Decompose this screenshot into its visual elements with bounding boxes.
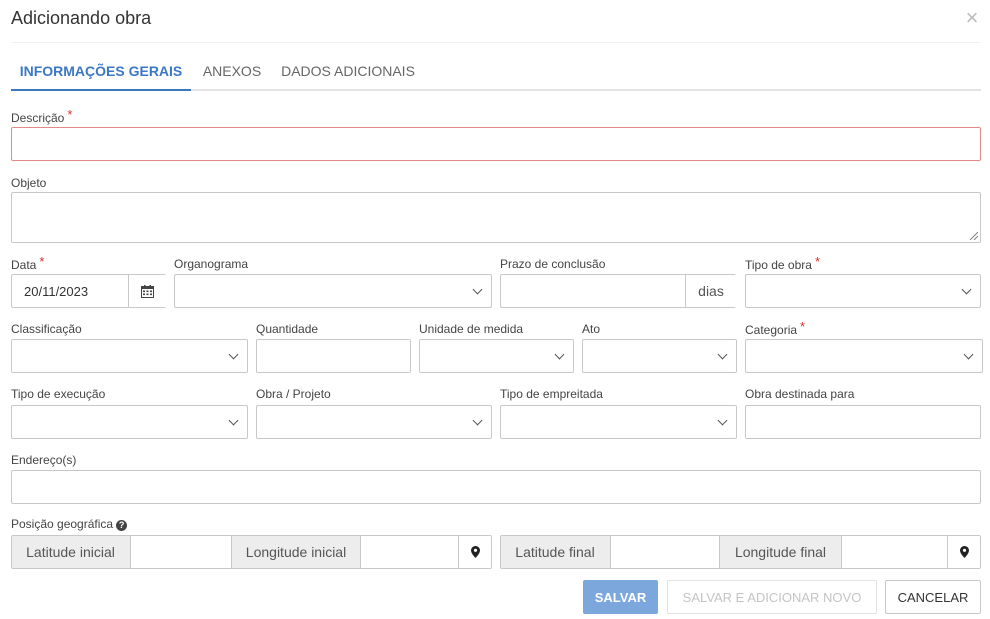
cancel-button[interactable]: CANCELAR [885, 580, 981, 614]
obra-projeto-label: Obra / Projeto [256, 387, 331, 401]
descricao-input[interactable] [11, 127, 981, 161]
posicao-final-group: Latitude final Longitude final [500, 535, 981, 569]
data-label: Data * [11, 254, 45, 272]
map-marker-icon[interactable] [458, 536, 491, 568]
posicao-label: Posição geográfica? [11, 517, 128, 531]
categoria-label: Categoria * [745, 319, 806, 337]
tab-bar: INFORMAÇÕES GERAIS ANEXOS DADOS ADICIONA… [11, 53, 981, 91]
longitude-inicial-input[interactable] [361, 536, 458, 568]
tipo-obra-select[interactable] [745, 274, 981, 308]
question-circle-icon[interactable]: ? [116, 520, 128, 531]
tab-dados-adicionais[interactable]: DADOS ADICIONAIS [273, 53, 423, 91]
tipo-obra-label-text: Tipo de obra [745, 258, 812, 272]
latitude-inicial-addon: Latitude inicial [12, 536, 131, 568]
latitude-final-input[interactable] [611, 536, 719, 568]
data-value: 20/11/2023 [24, 283, 89, 299]
quantidade-input[interactable] [256, 339, 411, 373]
enderecos-label: Endereço(s) [11, 453, 77, 467]
required-marker: * [39, 254, 45, 269]
longitude-final-input[interactable] [842, 536, 947, 568]
latitude-inicial-input[interactable] [131, 536, 231, 568]
close-icon[interactable]: × [962, 7, 982, 29]
ato-select[interactable] [582, 339, 737, 373]
objeto-textarea[interactable] [11, 192, 981, 243]
data-label-text: Data [11, 258, 37, 272]
organograma-label: Organograma [174, 257, 249, 271]
required-marker: * [814, 254, 820, 269]
chevron-down-icon [228, 415, 239, 426]
chevron-down-icon [554, 349, 565, 360]
tipo-execucao-select[interactable] [11, 405, 248, 439]
longitude-final-addon: Longitude final [719, 536, 842, 568]
chevron-down-icon [717, 415, 728, 426]
tipo-execucao-label: Tipo de execução [11, 387, 106, 401]
tipo-obra-label: Tipo de obra * [745, 254, 820, 272]
tipo-empreitada-select[interactable] [500, 405, 737, 439]
organograma-select[interactable] [174, 274, 492, 308]
save-and-add-new-button[interactable]: SALVAR E ADICIONAR NOVO [667, 580, 877, 614]
categoria-label-text: Categoria [745, 323, 798, 337]
resize-handle[interactable] [970, 232, 978, 240]
prazo-label: Prazo de conclusão [500, 257, 606, 271]
descricao-label-text: Descrição [11, 111, 65, 125]
modal-title: Adicionando obra [11, 8, 152, 28]
calendar-icon[interactable] [128, 275, 166, 307]
chevron-down-icon [472, 284, 483, 295]
unidade-select[interactable] [419, 339, 574, 373]
quantidade-label: Quantidade [256, 322, 319, 336]
tipo-empreitada-label: Tipo de empreitada [500, 387, 603, 401]
enderecos-input[interactable] [11, 470, 981, 504]
chevron-down-icon [963, 349, 974, 360]
tab-informacoes-gerais[interactable]: INFORMAÇÕES GERAIS [11, 53, 191, 91]
data-input[interactable]: 20/11/2023 [11, 274, 166, 308]
header-divider [11, 42, 981, 43]
latitude-final-addon: Latitude final [501, 536, 611, 568]
objeto-label: Objeto [11, 176, 47, 190]
classificacao-label: Classificação [11, 322, 82, 336]
save-button[interactable]: SALVAR [583, 580, 658, 614]
posicao-label-text: Posição geográfica [11, 517, 114, 531]
categoria-select[interactable] [745, 339, 983, 373]
required-marker: * [800, 319, 806, 334]
chevron-down-icon [961, 284, 972, 295]
chevron-down-icon [228, 349, 239, 360]
chevron-down-icon [717, 349, 728, 360]
unidade-label: Unidade de medida [419, 322, 524, 336]
prazo-input[interactable]: dias [500, 274, 736, 308]
ato-label: Ato [582, 322, 601, 336]
posicao-inicial-group: Latitude inicial Longitude inicial [11, 535, 492, 569]
obra-destinada-label: Obra destinada para [745, 387, 855, 401]
chevron-down-icon [472, 415, 483, 426]
classificacao-select[interactable] [11, 339, 248, 373]
longitude-inicial-addon: Longitude inicial [231, 536, 361, 568]
required-marker: * [67, 107, 73, 122]
dias-addon: dias [685, 275, 736, 307]
obra-projeto-select[interactable] [256, 405, 492, 439]
map-marker-icon[interactable] [947, 536, 980, 568]
descricao-label: Descrição * [11, 107, 73, 125]
tab-anexos[interactable]: ANEXOS [191, 53, 273, 91]
obra-destinada-input[interactable] [745, 405, 981, 439]
